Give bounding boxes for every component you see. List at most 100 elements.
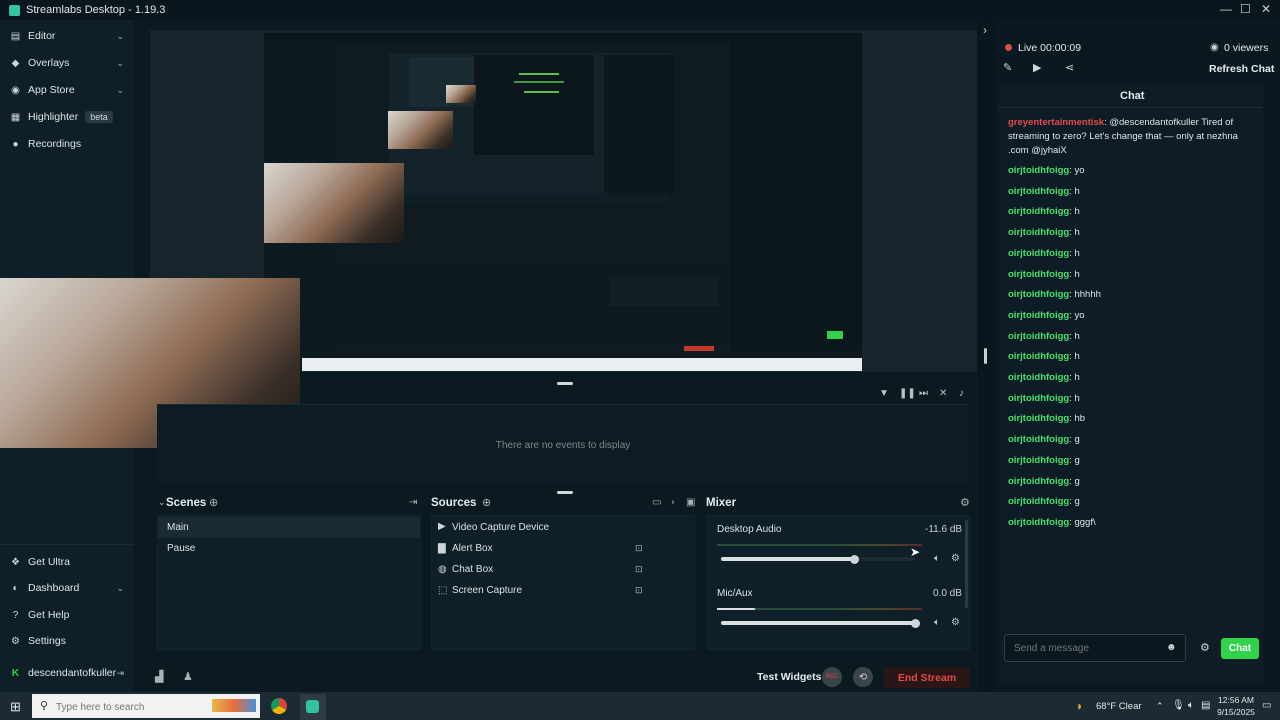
- chat-username[interactable]: oirjtoidhfoigg: [1008, 413, 1069, 424]
- windows-start-icon[interactable]: ⊞: [10, 699, 21, 715]
- volume-icon[interactable]: ♪: [959, 388, 964, 399]
- logout-icon[interactable]: ⇥: [116, 668, 124, 679]
- chat-message: oirjtoidhfoigg: g: [1008, 434, 1080, 446]
- chat-username[interactable]: oirjtoidhfoigg: [1008, 227, 1069, 238]
- sidebar-item-get-ultra[interactable]: ❖ Get Ultra: [0, 550, 134, 574]
- chat-username[interactable]: greyentertainmentisk: [1008, 117, 1104, 128]
- chat-username[interactable]: oirjtoidhfoigg: [1008, 310, 1069, 321]
- group-icon[interactable]: ◑: [669, 497, 675, 508]
- volume-tray-icon[interactable]: 🔈︎: [1188, 700, 1194, 711]
- desktop-audio-label: Desktop Audio: [717, 524, 782, 535]
- lock-icon[interactable]: ⊡: [635, 564, 643, 575]
- taskbar-search-input[interactable]: [56, 700, 206, 714]
- mute-alerts-icon[interactable]: ✕: [939, 388, 947, 399]
- streamlabs-taskbar-icon[interactable]: [306, 700, 319, 713]
- share-icon[interactable]: ⋖: [1065, 61, 1074, 74]
- lock-icon[interactable]: ⊡: [635, 585, 643, 596]
- chrome-icon[interactable]: [271, 698, 287, 714]
- chat-username[interactable]: oirjtoidhfoigg: [1008, 434, 1069, 445]
- scene-item-main[interactable]: Main: [167, 522, 189, 533]
- desktop-audio-slider[interactable]: [721, 557, 915, 561]
- sidebar-item-overlays[interactable]: ◆ Overlays ⌄: [0, 51, 134, 75]
- filter-icon[interactable]: ▼: [879, 388, 889, 399]
- chevron-down-icon: ⌄: [116, 84, 124, 95]
- chat-username[interactable]: oirjtoidhfoigg: [1008, 393, 1069, 404]
- sidebar-item-app-store[interactable]: ◉ App Store ⌄: [0, 78, 134, 102]
- network-icon[interactable]: ▤: [1201, 700, 1210, 711]
- chat-username[interactable]: oirjtoidhfoigg: [1008, 372, 1069, 383]
- folder-icon[interactable]: ▭: [652, 497, 661, 508]
- source-item[interactable]: Video Capture Device: [452, 522, 549, 533]
- pause-icon[interactable]: ❚❚: [899, 388, 916, 399]
- chat-username[interactable]: oirjtoidhfoigg: [1008, 496, 1069, 507]
- skip-icon[interactable]: ⏭: [919, 388, 928, 399]
- test-widgets-button[interactable]: Test Widgets: [757, 671, 821, 683]
- chat-username[interactable]: oirjtoidhfoigg: [1008, 289, 1069, 300]
- chat-username[interactable]: oirjtoidhfoigg: [1008, 248, 1069, 259]
- minimize-button[interactable]: —: [1220, 2, 1232, 16]
- collapse-icon[interactable]: ⌄: [158, 497, 166, 508]
- mixer-settings-icon[interactable]: ⚙: [960, 496, 970, 509]
- account-item[interactable]: K descendantofkuller ⇥: [0, 661, 134, 685]
- sidebar-item-get-help[interactable]: ? Get Help: [0, 603, 134, 627]
- clock-date[interactable]: 9/15/2025: [1216, 707, 1256, 717]
- add-scene-icon[interactable]: ⊕: [209, 496, 218, 509]
- camera-icon: ▶: [438, 521, 446, 532]
- lock-icon[interactable]: ⊡: [635, 543, 643, 554]
- edit-stream-icon[interactable]: ✎: [1003, 61, 1012, 74]
- collapse-chevron-icon[interactable]: ›: [983, 23, 987, 37]
- record-button[interactable]: REC: [822, 667, 842, 687]
- resize-handle[interactable]: [984, 348, 987, 364]
- speaker-icon[interactable]: 🔈︎: [934, 617, 940, 628]
- scene-transition-icon[interactable]: ⇥: [409, 497, 417, 508]
- notification-center-icon[interactable]: ▭: [1262, 700, 1271, 711]
- send-chat-button[interactable]: Chat: [1221, 638, 1259, 659]
- chat-username[interactable]: oirjtoidhfoigg: [1008, 455, 1069, 466]
- scene-item-pause[interactable]: Pause: [167, 543, 195, 554]
- source-item[interactable]: Screen Capture: [452, 585, 522, 596]
- source-item[interactable]: Alert Box: [452, 543, 493, 554]
- chat-username[interactable]: oirjtoidhfoigg: [1008, 206, 1069, 217]
- mixer-scrollbar[interactable]: [965, 520, 968, 608]
- chat-input[interactable]: [1014, 640, 1164, 656]
- chat-username[interactable]: oirjtoidhfoigg: [1008, 186, 1069, 197]
- stats-icon[interactable]: ▟: [155, 670, 163, 683]
- chat-username[interactable]: oirjtoidhfoigg: [1008, 269, 1069, 280]
- source-properties-icon[interactable]: ▣: [686, 497, 695, 508]
- chat-username[interactable]: oirjtoidhfoigg: [1008, 331, 1069, 342]
- mic-aux-slider-knob[interactable]: [910, 619, 920, 628]
- end-stream-button[interactable]: End Stream: [884, 667, 970, 688]
- clip-icon[interactable]: ▶: [1033, 61, 1041, 74]
- sidebar-item-recordings[interactable]: ● Recordings: [0, 132, 134, 156]
- chat-settings-icon[interactable]: ⚙: [1200, 641, 1210, 654]
- replay-buffer-button[interactable]: ⟲: [853, 667, 873, 687]
- drag-handle[interactable]: [557, 382, 573, 385]
- notifications-icon[interactable]: ♟: [183, 670, 193, 683]
- maximize-button[interactable]: ☐: [1240, 2, 1251, 16]
- gear-icon[interactable]: ⚙: [951, 617, 960, 628]
- chat-text: gggf\: [1074, 516, 1096, 528]
- refresh-chat-button[interactable]: Refresh Chat: [1209, 63, 1274, 75]
- chat-username[interactable]: oirjtoidhfoigg: [1008, 476, 1069, 487]
- mic-aux-slider[interactable]: [721, 621, 915, 625]
- sidebar-item-editor[interactable]: ▤ Editor ⌄: [0, 24, 134, 48]
- sidebar-item-highlighter[interactable]: ▦ Highlighter beta: [0, 105, 134, 129]
- close-button[interactable]: ✕: [1261, 2, 1271, 16]
- source-item[interactable]: Chat Box: [452, 564, 493, 575]
- scene-row-selected[interactable]: [158, 517, 420, 538]
- chat-text: yo: [1074, 165, 1085, 176]
- chat-message: oirjtoidhfoigg: yo: [1008, 165, 1085, 176]
- clock-time[interactable]: 12:56 AM: [1216, 695, 1256, 705]
- help-icon: ?: [12, 609, 19, 621]
- tray-chevron-icon[interactable]: ⌃: [1156, 701, 1164, 712]
- add-source-icon[interactable]: ⊕: [482, 496, 491, 509]
- chat-username[interactable]: oirjtoidhfoigg: [1008, 517, 1069, 528]
- sidebar-item-settings[interactable]: ⚙ Settings: [0, 629, 134, 653]
- drag-handle[interactable]: [557, 491, 573, 494]
- chat-username[interactable]: oirjtoidhfoigg: [1008, 165, 1069, 176]
- gear-icon[interactable]: ⚙: [951, 553, 960, 564]
- speaker-icon[interactable]: 🔈︎: [934, 553, 940, 564]
- chat-username[interactable]: oirjtoidhfoigg: [1008, 351, 1069, 362]
- emoji-icon[interactable]: ☻: [1166, 642, 1177, 653]
- sidebar-item-dashboard[interactable]: ◐ Dashboard ⌄: [0, 576, 134, 600]
